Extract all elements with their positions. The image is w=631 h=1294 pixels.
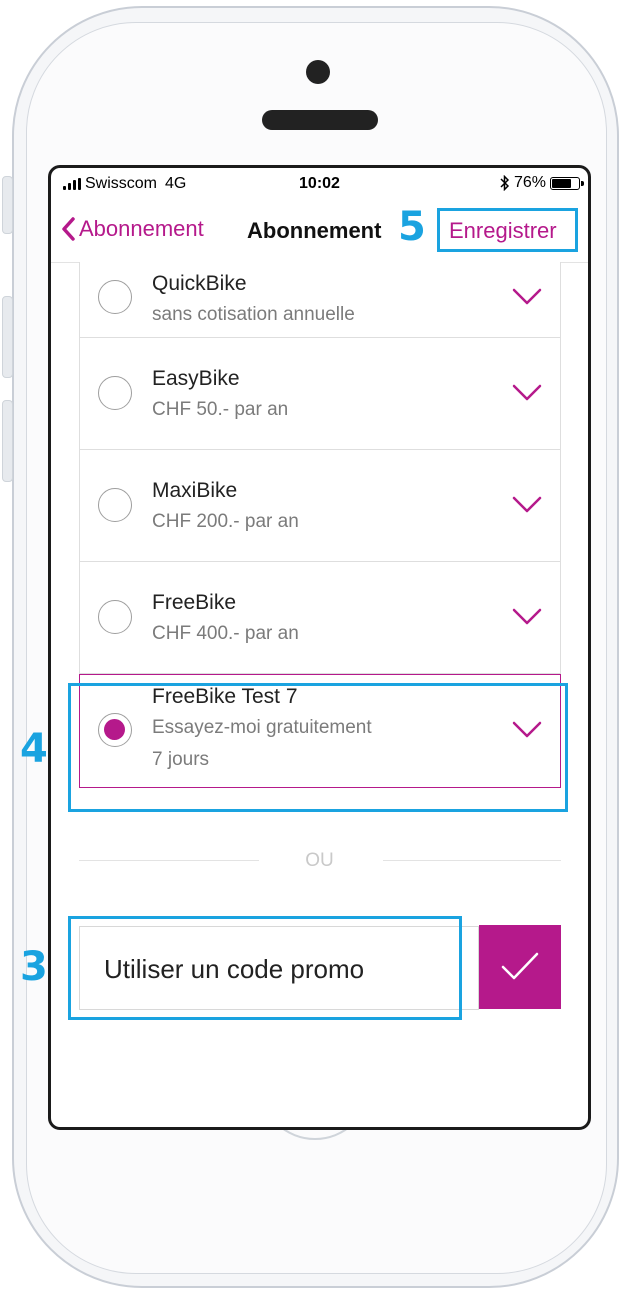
radio-button[interactable] xyxy=(98,600,132,634)
back-button[interactable]: Abonnement xyxy=(61,216,204,242)
chevron-down-icon[interactable] xyxy=(512,288,542,306)
plan-item-easybike[interactable]: EasyBike CHF 50.- par an xyxy=(79,338,561,450)
chevron-down-icon[interactable] xyxy=(512,384,542,402)
status-bar: Swisscom 4G 10:02 76% xyxy=(51,168,588,198)
battery-icon xyxy=(550,176,584,190)
front-camera xyxy=(306,60,330,84)
plan-item-freebike[interactable]: FreeBike CHF 400.- par an xyxy=(79,562,561,674)
plan-price: CHF 50.- par an xyxy=(152,399,289,420)
earpiece-speaker xyxy=(262,110,378,130)
separator-label: OU xyxy=(305,850,334,871)
annotation-number-5: 5 xyxy=(398,204,426,250)
promo-submit-button[interactable] xyxy=(479,925,561,1009)
annotation-number-3: 3 xyxy=(20,944,48,990)
battery-percent: 76% xyxy=(513,174,546,191)
chevron-left-icon xyxy=(62,217,75,241)
plan-item-maxibike[interactable]: MaxiBike CHF 200.- par an xyxy=(79,450,561,562)
plan-price: CHF 400.- par an xyxy=(152,623,299,644)
page-title: Abonnement xyxy=(247,218,382,243)
plan-price: CHF 200.- par an xyxy=(152,511,299,532)
chevron-down-icon[interactable] xyxy=(512,496,542,514)
bluetooth-icon xyxy=(500,175,510,191)
plan-name: FreeBike xyxy=(152,591,237,614)
annotation-box-3 xyxy=(68,916,462,1020)
checkmark-icon xyxy=(501,952,539,980)
volume-down-button xyxy=(2,400,13,482)
status-right: 76% xyxy=(500,174,584,192)
radio-button[interactable] xyxy=(98,488,132,522)
plan-name: QuickBike xyxy=(152,272,247,295)
mute-switch xyxy=(2,176,13,234)
radio-button[interactable] xyxy=(98,280,132,314)
radio-button[interactable] xyxy=(98,376,132,410)
annotation-number-4: 4 xyxy=(20,726,48,772)
plan-price: sans cotisation annuelle xyxy=(152,304,355,325)
annotation-box-4 xyxy=(68,683,568,812)
plan-item-quickbike[interactable]: QuickBike sans cotisation annuelle xyxy=(79,262,561,338)
volume-up-button xyxy=(2,296,13,378)
plan-name: EasyBike xyxy=(152,367,240,390)
plan-name: MaxiBike xyxy=(152,479,238,502)
back-label: Abonnement xyxy=(79,216,204,241)
annotation-box-5 xyxy=(437,208,578,252)
chevron-down-icon[interactable] xyxy=(512,608,542,626)
